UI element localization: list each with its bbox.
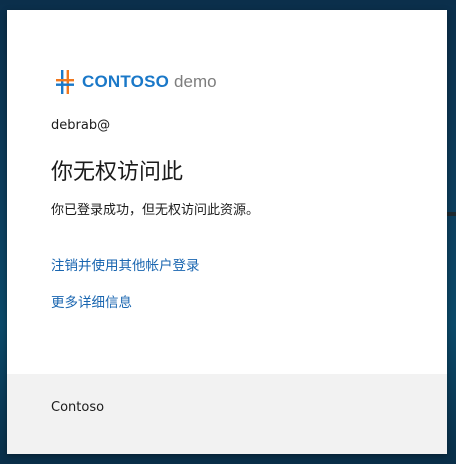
- contoso-logo: CONTOSO demo: [54, 68, 217, 96]
- contoso-logo-icon: [54, 68, 76, 96]
- footer-org-name: Contoso: [51, 400, 105, 415]
- more-details-link[interactable]: 更多详细信息: [51, 291, 132, 311]
- logo-suffix-text: demo: [174, 72, 217, 91]
- dialog-footer: Contoso: [7, 374, 447, 454]
- sign-out-link[interactable]: 注销并使用其他帐户登录: [51, 254, 200, 274]
- background-edge: [447, 212, 456, 216]
- page-description: 你已登录成功，但无权访问此资源。: [51, 203, 260, 218]
- logo-brand-text: CONTOSO: [82, 72, 170, 91]
- page-title: 你无权访问此: [51, 160, 184, 185]
- signed-in-identity: debrab@: [51, 118, 111, 133]
- access-denied-dialog: CONTOSO demo debrab@ 你无权访问此 你已登录成功，但无权访问…: [7, 10, 447, 454]
